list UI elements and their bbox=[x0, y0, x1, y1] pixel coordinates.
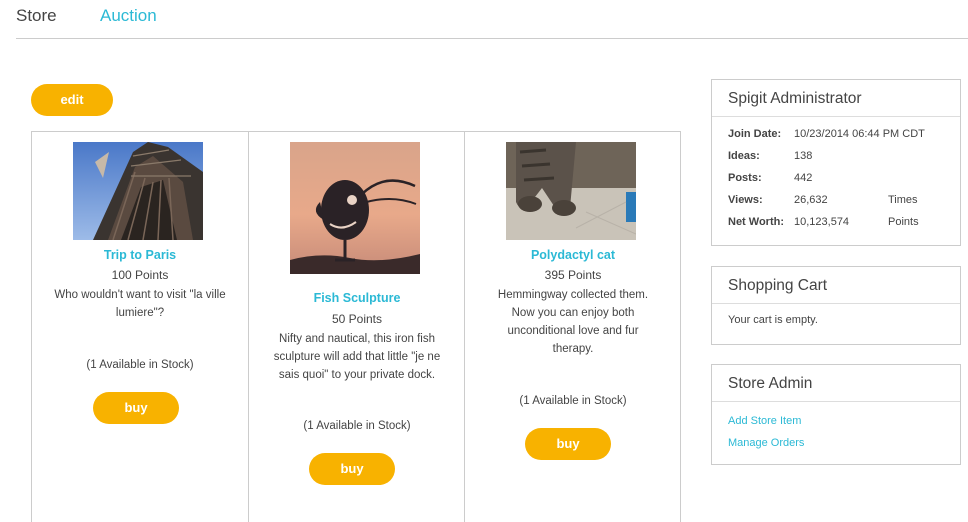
item-description: Who wouldn't want to visit "la ville lum… bbox=[54, 289, 226, 319]
stat-label: Net Worth: bbox=[728, 216, 785, 228]
tab-store[interactable]: Store bbox=[16, 6, 57, 26]
item-points: 50 Points bbox=[331, 312, 383, 326]
store-item-card: Trip to Paris 100 Points Who wouldn't wa… bbox=[32, 132, 248, 522]
stat-row: Posts: 442 bbox=[728, 167, 960, 189]
stat-label: Join Date: bbox=[728, 128, 782, 140]
cart-empty-text: Your cart is empty. bbox=[728, 314, 818, 326]
add-store-item-link[interactable]: Add Store Item bbox=[728, 410, 944, 432]
shopping-cart-panel: Shopping Cart Your cart is empty. bbox=[711, 266, 961, 345]
store-admin-title: Store Admin bbox=[712, 365, 960, 402]
stat-value: 138 bbox=[794, 150, 813, 162]
buy-button[interactable]: buy bbox=[93, 392, 179, 424]
item-stock: (1 Available in Stock) bbox=[86, 359, 194, 371]
profile-name: Spigit Administrator bbox=[712, 80, 960, 117]
profile-stats: Join Date: 10/23/2014 06:44 PM CDT Ideas… bbox=[712, 117, 960, 233]
stat-unit: Times bbox=[888, 194, 918, 206]
item-title[interactable]: Trip to Paris bbox=[32, 248, 248, 262]
edit-button[interactable]: edit bbox=[31, 84, 113, 116]
store-tabs: Store Auction bbox=[16, 0, 968, 39]
stat-label: Views: bbox=[728, 194, 763, 206]
item-points: 395 Points bbox=[544, 268, 602, 282]
profile-panel: Spigit Administrator Join Date: 10/23/20… bbox=[711, 79, 961, 246]
item-stock: (1 Available in Stock) bbox=[303, 420, 411, 432]
item-points: 100 Points bbox=[111, 268, 169, 282]
item-stock: (1 Available in Stock) bbox=[519, 395, 627, 407]
buy-button[interactable]: buy bbox=[525, 428, 611, 460]
stat-label: Posts: bbox=[728, 172, 762, 184]
manage-orders-link[interactable]: Manage Orders bbox=[728, 432, 944, 454]
store-item-card: Fish Sculpture 50 Points Nifty and nauti… bbox=[248, 132, 464, 522]
item-description: Nifty and nautical, this iron fish sculp… bbox=[273, 333, 441, 381]
buy-button[interactable]: buy bbox=[309, 453, 395, 485]
stat-row: Ideas: 138 bbox=[728, 145, 960, 167]
item-title[interactable]: Polydactyl cat bbox=[465, 248, 681, 262]
stat-value: 26,632 bbox=[794, 194, 828, 206]
stat-unit: Points bbox=[888, 216, 919, 228]
stat-row: Join Date: 10/23/2014 06:44 PM CDT bbox=[728, 123, 960, 145]
cat-image bbox=[506, 142, 636, 240]
stat-label: Ideas: bbox=[728, 150, 760, 162]
shopping-cart-title: Shopping Cart bbox=[712, 267, 960, 304]
paris-image bbox=[73, 142, 203, 240]
item-description: Hemmingway collected them. Now you can e… bbox=[497, 289, 649, 355]
stat-value: 442 bbox=[794, 172, 813, 184]
store-item-card: Polydactyl cat 395 Points Hemmingway col… bbox=[464, 132, 680, 522]
item-title[interactable]: Fish Sculpture bbox=[249, 291, 465, 305]
fish-sculpture-image bbox=[290, 142, 420, 274]
stat-row: Views: 26,632 Times bbox=[728, 189, 960, 211]
stat-value: 10,123,574 bbox=[794, 216, 850, 228]
store-admin-links: Add Store Item Manage Orders bbox=[712, 402, 960, 454]
store-item-grid: Trip to Paris 100 Points Who wouldn't wa… bbox=[31, 131, 681, 522]
store-admin-panel: Store Admin Add Store Item Manage Orders bbox=[711, 364, 961, 465]
tab-auction[interactable]: Auction bbox=[100, 6, 157, 26]
stat-row: Net Worth: 10,123,574 Points bbox=[728, 211, 960, 233]
stat-value: 10/23/2014 06:44 PM CDT bbox=[794, 128, 925, 140]
